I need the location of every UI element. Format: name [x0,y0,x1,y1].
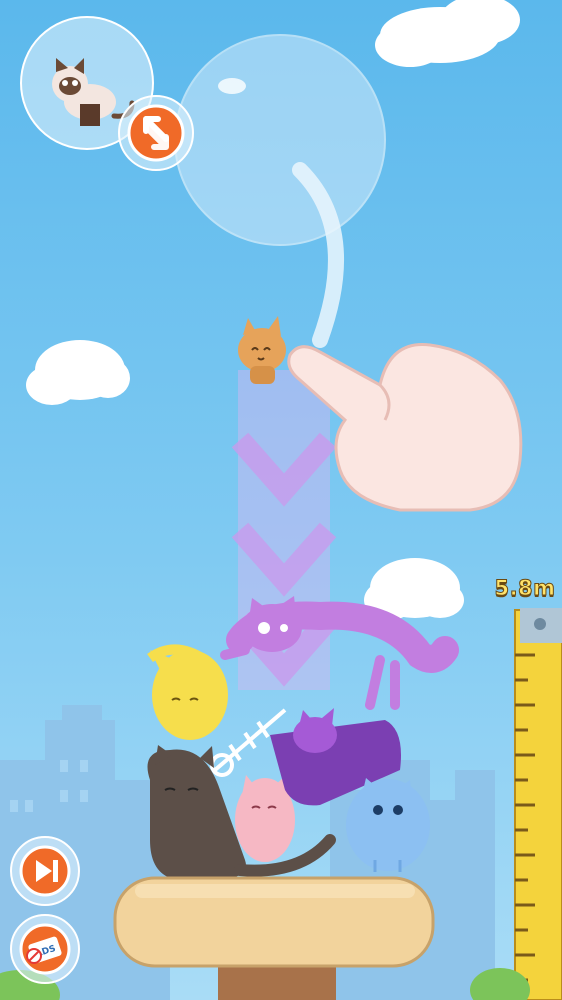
height-label: 5.8m [494,576,556,601]
cat-yellow [147,644,228,740]
swap-button[interactable] [118,95,194,171]
hint-bubble [174,34,386,348]
cloud [375,0,520,67]
skip-icon [19,845,71,897]
skip-level-button[interactable] [10,836,80,906]
swap-arrows-icon [127,104,185,162]
cloud [26,340,130,405]
height-ruler [514,608,562,1000]
remove-ads-button[interactable]: ADS [10,914,80,984]
cat-stack [147,596,459,878]
no-ads-icon: ADS [19,923,71,975]
